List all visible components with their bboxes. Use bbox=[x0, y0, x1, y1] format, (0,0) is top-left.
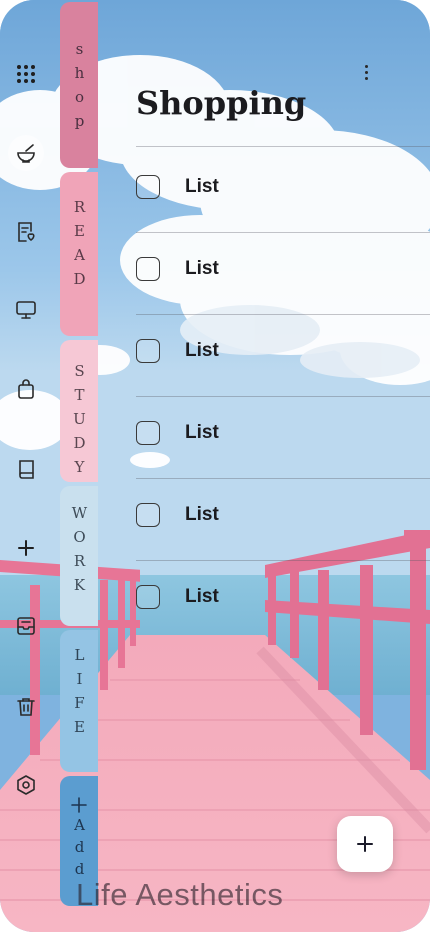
more-options-icon[interactable] bbox=[357, 62, 375, 82]
shopping-bag-icon[interactable] bbox=[8, 371, 44, 407]
list-item: List bbox=[136, 577, 430, 617]
tab-add-label: Add bbox=[70, 816, 89, 882]
page-title: Shopping bbox=[136, 84, 307, 122]
list-item-label: List bbox=[185, 258, 219, 279]
tab-label: WORK bbox=[67, 504, 92, 600]
tab-life-label: LIFE bbox=[70, 646, 89, 742]
plus-icon bbox=[357, 836, 373, 852]
tab-work-label: WORK bbox=[70, 504, 89, 600]
list-item-checkbox[interactable] bbox=[136, 339, 160, 363]
tab-label: Add bbox=[67, 796, 92, 882]
tab-shop[interactable]: shop bbox=[60, 2, 98, 168]
tab-read[interactable]: READ bbox=[60, 172, 98, 336]
add-item-button[interactable] bbox=[337, 816, 393, 872]
list-item-checkbox[interactable] bbox=[136, 503, 160, 527]
tab-study-label: STUDY bbox=[70, 362, 89, 482]
list-item-label: List bbox=[185, 504, 219, 525]
book-icon[interactable] bbox=[8, 451, 44, 487]
divider bbox=[136, 560, 430, 561]
list-item-label: List bbox=[185, 586, 219, 607]
list-item: List bbox=[136, 495, 430, 535]
brand-text: Life Aesthetics bbox=[76, 877, 284, 912]
list-item-checkbox[interactable] bbox=[136, 585, 160, 609]
list-item-checkbox[interactable] bbox=[136, 175, 160, 199]
divider bbox=[136, 232, 430, 233]
tab-label: shop bbox=[67, 40, 92, 136]
reading-list-icon[interactable] bbox=[8, 214, 44, 250]
list-item-checkbox[interactable] bbox=[136, 421, 160, 445]
inbox-icon[interactable] bbox=[8, 608, 44, 644]
list-item: List bbox=[136, 249, 430, 289]
list-item-label: List bbox=[185, 422, 219, 443]
tab-label: STUDY bbox=[67, 362, 92, 482]
tab-label: LIFE bbox=[67, 646, 92, 742]
tab-work[interactable]: WORK bbox=[60, 486, 98, 626]
list-item-label: List bbox=[185, 340, 219, 361]
divider bbox=[136, 478, 430, 479]
tab-read-label: READ bbox=[70, 198, 89, 294]
tab-label: READ bbox=[67, 198, 92, 294]
tab-study[interactable]: STUDY bbox=[60, 340, 98, 482]
apps-grid-icon[interactable] bbox=[8, 56, 44, 92]
trash-icon[interactable] bbox=[8, 688, 44, 724]
divider bbox=[136, 314, 430, 315]
list-item: List bbox=[136, 331, 430, 371]
tab-shop-label: shop bbox=[70, 40, 89, 136]
list-item-checkbox[interactable] bbox=[136, 257, 160, 281]
list-item: List bbox=[136, 167, 430, 207]
mortar-pestle-icon[interactable] bbox=[8, 135, 44, 171]
divider bbox=[136, 146, 430, 147]
app-screen: shop READ STUDY WORK LIFE Add Shopping L… bbox=[0, 0, 430, 932]
divider bbox=[136, 396, 430, 397]
monitor-icon[interactable] bbox=[8, 292, 44, 328]
list-item: List bbox=[136, 413, 430, 453]
tab-life[interactable]: LIFE bbox=[60, 630, 98, 772]
settings-hexagon-icon[interactable] bbox=[8, 767, 44, 803]
add-icon[interactable] bbox=[8, 530, 44, 566]
plus-icon bbox=[71, 797, 87, 813]
list-item-label: List bbox=[185, 176, 219, 197]
